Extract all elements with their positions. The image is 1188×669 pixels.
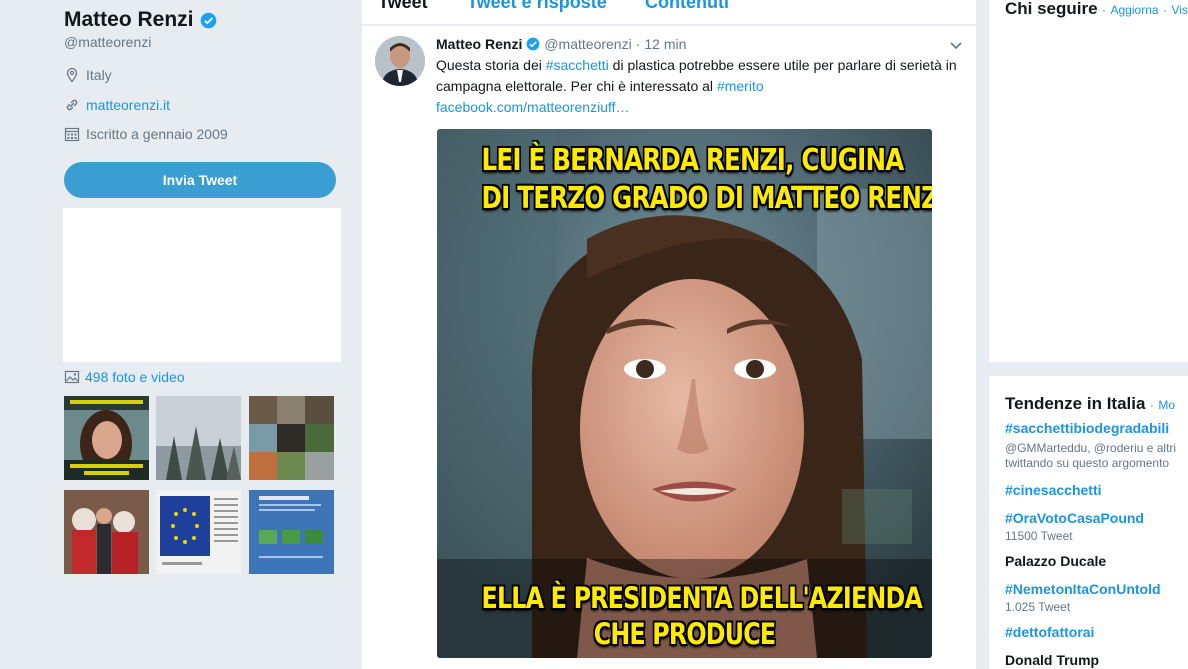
trends-header: Tendenze in Italia · Mo bbox=[1005, 394, 1175, 414]
change-trends-link[interactable]: Mo bbox=[1158, 398, 1175, 412]
link-icon bbox=[66, 99, 78, 111]
website-link[interactable]: matteorenzi.it bbox=[86, 97, 170, 113]
website-row: matteorenzi.it bbox=[64, 97, 170, 113]
tweet-author-handle[interactable]: @matteorenzi bbox=[544, 36, 631, 52]
image-caption-bottom: ELLA È PRESIDENTA DELL'AZIENDA bbox=[481, 581, 923, 615]
tab-media[interactable]: Contenuti bbox=[645, 0, 729, 13]
trend-context: @GMMarteddu, @roderiu e altri twittando … bbox=[1005, 441, 1177, 470]
trend-item[interactable]: Donald Trump bbox=[1005, 652, 1099, 668]
media-count[interactable]: 498 foto e video bbox=[85, 369, 185, 385]
joined-text: Iscritto a gennaio 2009 bbox=[86, 126, 228, 142]
media-thumbnail[interactable] bbox=[64, 396, 149, 480]
tab-tweets-and-replies[interactable]: Tweet e risposte bbox=[467, 0, 607, 13]
image-caption-bottom: CHE PRODUCE bbox=[593, 617, 776, 651]
verified-badge-icon bbox=[526, 37, 540, 51]
tweet-timestamp[interactable]: 12 min bbox=[644, 36, 686, 52]
location-row: Italy bbox=[64, 67, 112, 83]
profile-widget-placeholder bbox=[63, 208, 341, 362]
hashtag-link[interactable]: #sacchetti bbox=[546, 57, 609, 73]
tweet-media-image[interactable]: LEI È BERNARDA RENZI, CUGINA DI TERZO GR… bbox=[437, 129, 932, 658]
media-link[interactable]: 498 foto e video bbox=[64, 369, 185, 385]
refresh-link[interactable]: Aggiorna bbox=[1111, 3, 1159, 17]
image-caption-top: LEI È BERNARDA RENZI, CUGINA bbox=[481, 143, 905, 178]
separator: · bbox=[1102, 3, 1107, 17]
thumbnail-image bbox=[64, 490, 149, 574]
trend-tweet-count: 11500 Tweet bbox=[1005, 529, 1073, 543]
trends-title: Tendenze in Italia bbox=[1005, 394, 1146, 413]
avatar-image bbox=[375, 36, 425, 86]
thumbnail-image bbox=[64, 396, 149, 480]
separator: · bbox=[1149, 398, 1154, 412]
who-to-follow-title: Chi seguire bbox=[1005, 0, 1098, 18]
profile-name[interactable]: Matteo Renzi bbox=[64, 8, 194, 32]
trend-item[interactable]: #cinesacchetti bbox=[1005, 482, 1102, 498]
who-to-follow-header: Chi seguire · Aggiorna · Vis bbox=[1005, 0, 1188, 19]
media-thumbnail[interactable] bbox=[249, 396, 334, 480]
trend-tweet-count: 1.025 Tweet bbox=[1005, 600, 1071, 614]
send-tweet-button[interactable]: Invia Tweet bbox=[64, 162, 336, 198]
thumbnail-image bbox=[249, 396, 334, 480]
tweet-header: Matteo Renzi @matteorenzi · 12 min bbox=[436, 36, 686, 52]
external-link[interactable]: facebook.com/matteorenziuff… bbox=[436, 99, 630, 115]
thumbnail-image bbox=[156, 396, 241, 480]
hashtag-link[interactable]: #merito bbox=[717, 78, 764, 94]
separator: · bbox=[1163, 3, 1167, 17]
trend-item[interactable]: #sacchettibiodegradabili bbox=[1005, 420, 1169, 436]
image-caption-top: DI TERZO GRADO DI MATTEO RENZI bbox=[481, 181, 932, 216]
who-to-follow-module bbox=[989, 0, 1188, 362]
media-thumbnail[interactable] bbox=[249, 490, 334, 574]
photo-icon bbox=[64, 370, 80, 384]
tweet-separator: · bbox=[635, 36, 641, 52]
thumbnail-image bbox=[156, 490, 241, 574]
media-thumbnail[interactable] bbox=[64, 490, 149, 574]
chevron-down-icon[interactable] bbox=[949, 38, 963, 52]
verified-badge-icon bbox=[200, 12, 216, 28]
trend-item[interactable]: #NemetonItaConUntold bbox=[1005, 581, 1161, 597]
media-thumbnail[interactable] bbox=[156, 490, 241, 574]
trend-item[interactable]: Palazzo Ducale bbox=[1005, 553, 1106, 569]
thumbnail-image bbox=[249, 490, 334, 574]
profile-handle[interactable]: @matteorenzi bbox=[64, 34, 151, 50]
joined-row: Iscritto a gennaio 2009 bbox=[64, 126, 228, 142]
tab-tweet[interactable]: Tweet bbox=[378, 0, 428, 13]
trend-item[interactable]: #OraVotoCasaPound bbox=[1005, 510, 1144, 526]
media-thumbnail[interactable] bbox=[156, 396, 241, 480]
view-all-link[interactable]: Vis bbox=[1171, 3, 1187, 17]
avatar[interactable] bbox=[375, 36, 425, 86]
profile-name-row: Matteo Renzi bbox=[64, 8, 217, 32]
location-text: Italy bbox=[86, 67, 112, 83]
profile-nav-tabs: Tweet Tweet e risposte Contenuti bbox=[362, 0, 976, 24]
calendar-icon bbox=[64, 127, 80, 142]
trend-item[interactable]: #dettofattorai bbox=[1005, 624, 1094, 640]
tweet-text-part: Questa storia dei bbox=[436, 57, 546, 73]
tweet-author-name[interactable]: Matteo Renzi bbox=[436, 36, 522, 52]
tweet-text: Questa storia dei #sacchetti di plastica… bbox=[436, 55, 960, 118]
location-pin-icon bbox=[66, 67, 78, 83]
